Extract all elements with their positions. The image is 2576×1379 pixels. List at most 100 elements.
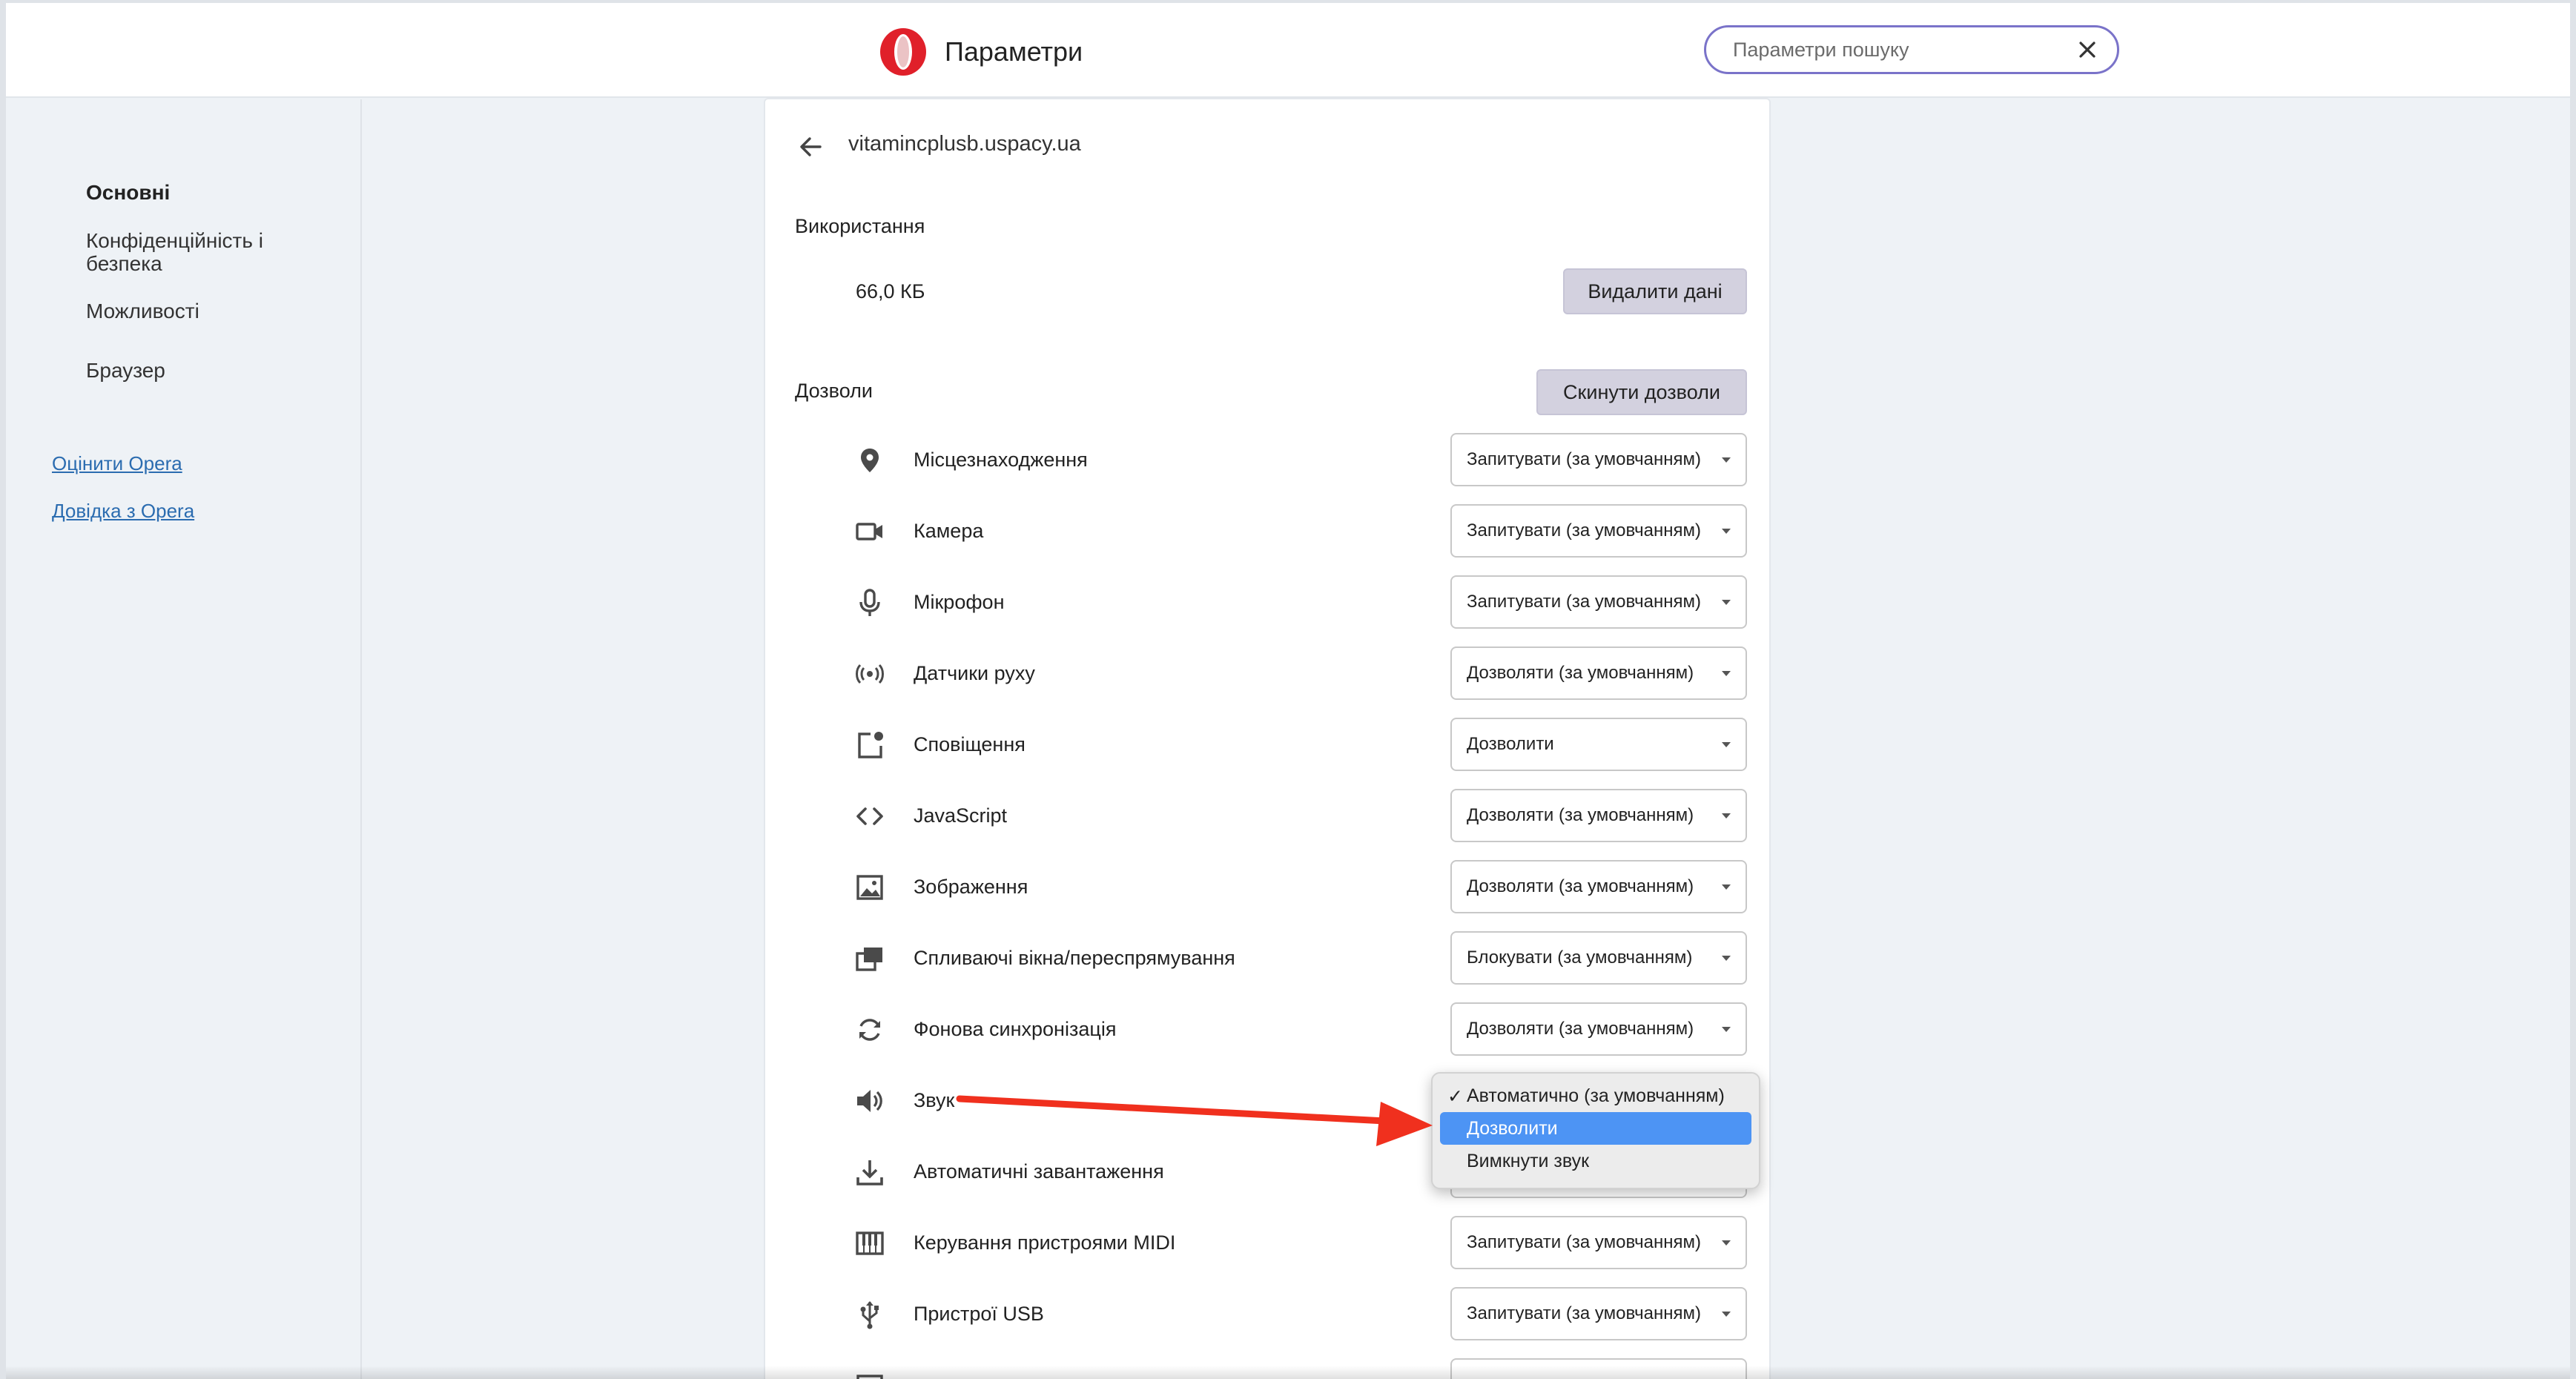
usage-title: Використання [795,215,925,237]
chevron-down-icon [1722,813,1731,819]
popups-select[interactable]: Блокувати (за умовчанням) [1450,931,1747,985]
permission-row-microphone: Мікрофон Запитувати (за умовчанням) [765,575,1769,629]
location-icon [854,445,885,476]
permission-row-popups: Спливаючі вікна/переспрямування Блокуват… [765,931,1769,985]
select-value: Дозволяти (за умовчанням) [1467,805,1694,825]
close-icon [2079,42,2096,58]
select-value: Дозволяти (за умовчанням) [1467,876,1694,896]
back-arrow-icon [800,137,822,156]
sync-icon [854,1014,885,1045]
brand: Параметри [878,25,1083,79]
page-title: Параметри [945,36,1083,67]
permission-label: Автоматичні завантаження [914,1160,1164,1183]
motion-sensors-select[interactable]: Дозволяти (за умовчанням) [1450,646,1747,700]
top-bar: Параметри [6,3,2570,98]
permission-label: Звук [914,1089,955,1111]
chevron-down-icon [1722,529,1731,534]
popup-icon [854,943,885,974]
select-value: Блокувати (за умовчанням) [1467,948,1693,968]
camera-select[interactable]: Запитувати (за умовчанням) [1450,504,1747,558]
dropdown-option-mute[interactable]: Вимкнути звук [1440,1145,1751,1177]
sidebar-item-privacy-security[interactable]: Конфіденційність і безпека [86,229,316,275]
opera-help-link[interactable]: Довідка з Opera [52,500,194,523]
midi-select[interactable]: Запитувати (за умовчанням) [1450,1216,1747,1269]
permission-row-midi: Керування пристроями MIDI Запитувати (за… [765,1216,1769,1269]
dropdown-option-automatic[interactable]: ✓ Автоматично (за умовчанням) [1440,1079,1751,1112]
permission-row-notifications: Сповіщення Дозволити [765,718,1769,771]
permission-label: Мікрофон [914,591,1005,613]
sidebar-item-features[interactable]: Можливості [86,300,199,323]
select-value: Дозволяти (за умовчанням) [1467,663,1694,683]
select-value: Запитувати (за умовчанням) [1467,1232,1701,1252]
option-label: Вимкнути звук [1467,1150,1590,1171]
microphone-icon [854,587,885,618]
delete-data-button[interactable]: Видалити дані [1563,268,1747,314]
chevron-down-icon [1722,1312,1731,1317]
sidebar-item-browser[interactable]: Браузер [86,359,165,382]
permission-label: Пристрої USB [914,1303,1044,1325]
permission-row-usb: Пристрої USB Запитувати (за умовчанням) [765,1287,1769,1340]
permission-label: Камера [914,520,984,542]
settings-window: Параметри Основні Конфіденційність і без… [6,3,2570,1379]
sidebar-item-basic[interactable]: Основні [86,181,170,204]
checkmark-icon: ✓ [1447,1086,1463,1107]
camera-icon [854,516,885,547]
permission-label: Спливаючі вікна/переспрямування [914,947,1235,969]
reset-permissions-button[interactable]: Скинути дозволи [1536,369,1747,415]
usb-icon [854,1299,885,1330]
chevron-down-icon [1722,742,1731,747]
permission-label: JavaScript [914,804,1008,827]
midi-icon [854,1228,885,1259]
permission-label: Місцезнаходження [914,449,1088,471]
permission-label: Фонова синхронізація [914,1018,1117,1040]
permission-label: Сповіщення [914,733,1026,755]
permission-row-camera: Камера Запитувати (за умовчанням) [765,504,1769,558]
dropdown-option-allow[interactable]: Дозволити [1440,1112,1751,1145]
notifications-select[interactable]: Дозволити [1450,718,1747,771]
select-value: Дозволяти (за умовчанням) [1467,1019,1694,1039]
location-select[interactable]: Запитувати (за умовчанням) [1450,433,1747,486]
image-icon [854,872,885,903]
select-value: Запитувати (за умовчанням) [1467,1303,1701,1323]
select-value: Дозволити [1467,734,1554,754]
notifications-icon [854,730,885,761]
rate-opera-link[interactable]: Оцінити Opera [52,452,182,475]
javascript-select[interactable]: Дозволяти (за умовчанням) [1450,789,1747,842]
usb-select[interactable]: Запитувати (за умовчанням) [1450,1287,1747,1340]
chevron-down-icon [1722,884,1731,890]
option-label: Автоматично (за умовчанням) [1467,1085,1725,1106]
permissions-title: Дозволи [795,380,873,402]
search-input[interactable] [1733,38,2073,62]
bottom-shadow [6,1366,2570,1379]
chevron-down-icon [1722,600,1731,605]
permission-row-motion-sensors: Датчики руху Дозволяти (за умовчанням) [765,646,1769,700]
motion-sensors-icon [854,658,885,690]
chevron-down-icon [1722,671,1731,676]
select-value: Запитувати (за умовчанням) [1467,449,1701,469]
settings-search[interactable] [1704,25,2119,74]
code-icon [854,801,885,832]
permission-row-javascript: JavaScript Дозволяти (за умовчанням) [765,789,1769,842]
chevron-down-icon [1722,457,1731,463]
chevron-down-icon [1722,1240,1731,1246]
select-value: Запитувати (за умовчанням) [1467,520,1701,540]
opera-logo-icon [878,27,928,77]
option-label: Дозволити [1467,1117,1558,1139]
permission-label: Зображення [914,876,1028,898]
sound-icon [854,1085,885,1117]
back-button[interactable] [795,130,828,163]
images-select[interactable]: Дозволяти (за умовчанням) [1450,860,1747,913]
usage-value: 66,0 КБ [856,280,925,302]
clear-search-button[interactable] [2073,35,2102,65]
microphone-select[interactable]: Запитувати (за умовчанням) [1450,575,1747,629]
select-value: Запитувати (за умовчанням) [1467,592,1701,612]
chevron-down-icon [1722,1027,1731,1032]
background-sync-select[interactable]: Дозволяти (за умовчанням) [1450,1002,1747,1056]
download-icon [854,1157,885,1188]
permission-label: Датчики руху [914,662,1035,684]
chevron-down-icon [1722,956,1731,961]
permission-row-background-sync: Фонова синхронізація Дозволяти (за умовч… [765,1002,1769,1056]
sidebar: Основні Конфіденційність і безпека Можли… [6,99,362,1379]
permission-row-images: Зображення Дозволяти (за умовчанням) [765,860,1769,913]
permission-label: Керування пристроями MIDI [914,1231,1176,1254]
